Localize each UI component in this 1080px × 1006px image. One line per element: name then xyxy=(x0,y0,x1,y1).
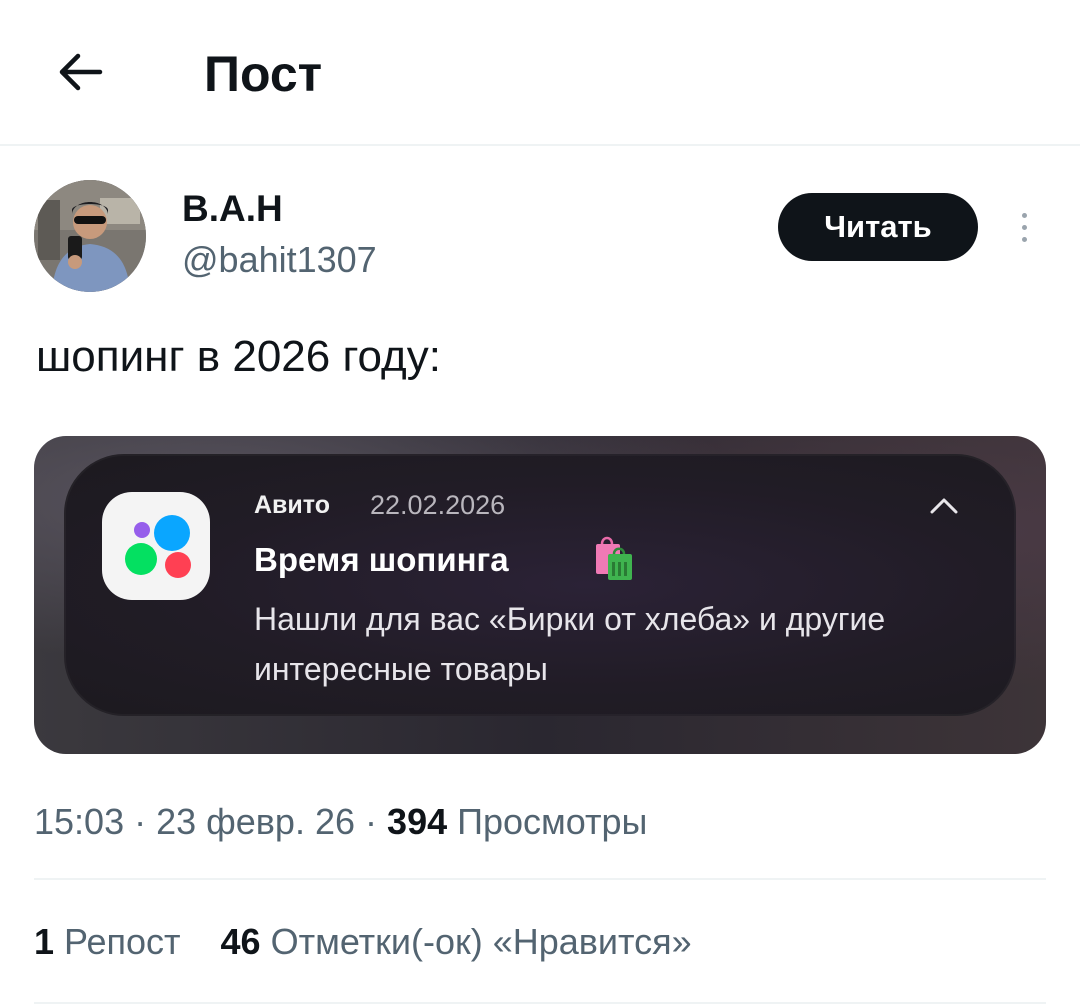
notification-card: Авито 22.02.2026 Время шопинга Нашли для… xyxy=(64,454,1016,716)
post-meta: 15:03 · 23 февр. 26 · 394 Просмотры xyxy=(34,798,647,846)
avatar[interactable] xyxy=(34,180,146,292)
reposts-label: Репост xyxy=(64,921,181,962)
chevron-up-icon xyxy=(930,498,958,514)
notification-body: Нашли для вас «Бирки от хлеба» и другие … xyxy=(254,601,886,687)
post-stats: 1 Репост 46 Отметки(-ок) «Нравится» xyxy=(34,918,692,966)
post-text: шопинг в 2026 году: xyxy=(36,332,441,381)
author-name[interactable]: В.А.Н xyxy=(182,187,283,231)
avito-icon xyxy=(102,492,210,600)
divider xyxy=(34,1002,1046,1004)
author-handle[interactable]: @bahit1307 xyxy=(182,238,377,282)
meta-separator: · xyxy=(134,801,147,842)
back-button[interactable] xyxy=(48,40,112,104)
post-image[interactable]: Авито 22.02.2026 Время шопинга Нашли для… xyxy=(34,436,1046,754)
likes-count: 46 xyxy=(220,921,261,962)
page-title: Пост xyxy=(204,46,323,102)
reposts-stat[interactable]: 1 Репост xyxy=(34,921,181,962)
more-dot-icon xyxy=(1021,224,1027,230)
likes-stat[interactable]: 46 Отметки(-ок) «Нравится» xyxy=(221,921,692,962)
follow-button[interactable]: Читать xyxy=(778,193,978,261)
likes-label: Отметки(-ок) «Нравится» xyxy=(270,921,692,962)
more-dot-icon xyxy=(1021,236,1027,242)
post-date[interactable]: 23 февр. 26 xyxy=(156,801,355,842)
post-time[interactable]: 15:03 xyxy=(34,801,124,842)
notification-app-name: Авито xyxy=(254,491,330,519)
views-count: 394 xyxy=(387,801,448,842)
more-options-button[interactable] xyxy=(1006,204,1042,250)
avatar-photo xyxy=(34,180,146,292)
views-label: Просмотры xyxy=(457,801,648,842)
reposts-count: 1 xyxy=(34,921,55,962)
shopping-bags-icon xyxy=(596,536,632,580)
notification-title: Время шопинга xyxy=(254,541,509,578)
more-dot-icon xyxy=(1021,212,1027,218)
post-page: Пост В.А.Н @bahit1307 Читать шопинг в 20… xyxy=(0,0,1080,1006)
top-bar: Пост xyxy=(0,0,1080,146)
arrow-left-icon xyxy=(59,53,103,91)
meta-separator: · xyxy=(365,801,378,842)
notification-date: 22.02.2026 xyxy=(370,490,506,520)
divider xyxy=(34,878,1046,880)
